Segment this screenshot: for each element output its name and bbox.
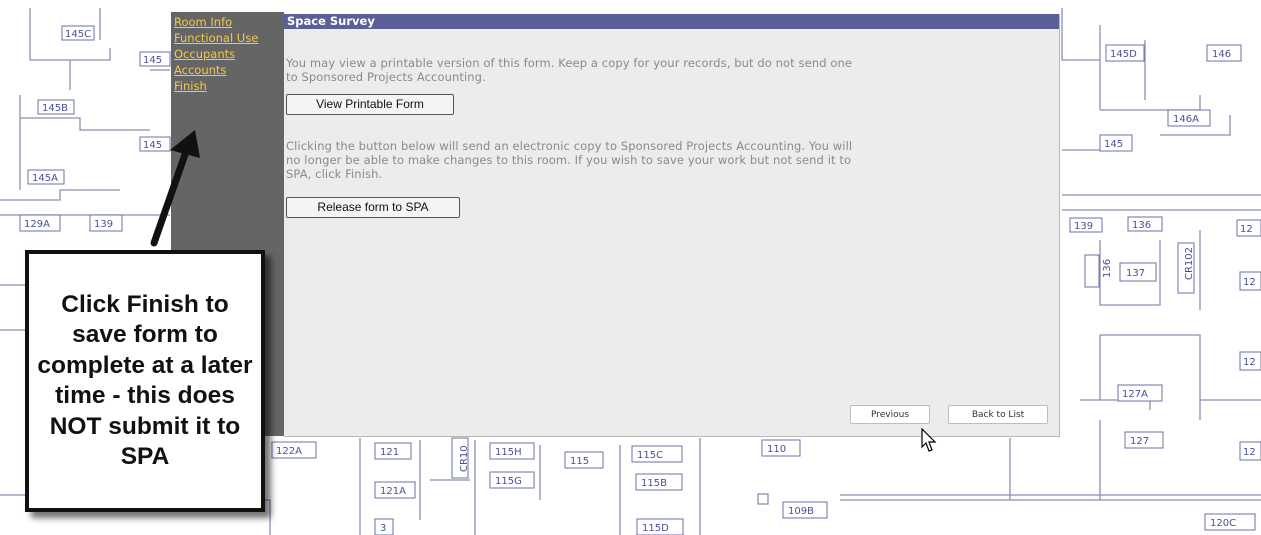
room-label: 137 bbox=[1119, 262, 1157, 282]
release-text-line: SPA, click Finish. bbox=[286, 167, 383, 181]
room-label: 145 bbox=[1099, 134, 1133, 152]
svg-text:146: 146 bbox=[1212, 49, 1231, 60]
room-label: 127A bbox=[1117, 384, 1163, 402]
svg-text:146A: 146A bbox=[1173, 114, 1199, 125]
svg-text:CR102: CR102 bbox=[1184, 247, 1195, 280]
printable-instructions: You may view a printable version of this… bbox=[286, 56, 1056, 84]
svg-text:136: 136 bbox=[1102, 259, 1113, 278]
room-label: 145A bbox=[27, 169, 65, 185]
svg-text:145: 145 bbox=[1104, 139, 1123, 150]
room-label: 115G bbox=[489, 471, 535, 489]
room-label: 12 bbox=[1239, 271, 1261, 291]
room-label: 139 bbox=[1069, 217, 1103, 233]
room-label: 115D bbox=[636, 518, 684, 535]
svg-text:145B: 145B bbox=[42, 103, 68, 114]
room-label: 120C bbox=[1204, 513, 1256, 531]
svg-text:137: 137 bbox=[1126, 268, 1145, 279]
annotation-arrow-icon bbox=[150, 130, 200, 247]
svg-text:CR10: CR10 bbox=[459, 445, 470, 472]
svg-text:3: 3 bbox=[380, 523, 386, 534]
previous-button[interactable]: Previous bbox=[850, 405, 930, 424]
nav-link-functional-use[interactable]: Functional Use bbox=[171, 30, 284, 46]
room-label: 121A bbox=[374, 481, 416, 499]
room-label: 110 bbox=[761, 439, 801, 457]
svg-text:115: 115 bbox=[570, 456, 589, 467]
room-label: 122A bbox=[271, 441, 317, 459]
svg-text:136: 136 bbox=[1132, 220, 1151, 231]
room-label: 109B bbox=[782, 501, 828, 519]
nav-link-room-info[interactable]: Room Info bbox=[171, 14, 284, 30]
svg-text:115B: 115B bbox=[641, 478, 667, 489]
svg-text:129A: 129A bbox=[24, 219, 50, 230]
room-label: 139 bbox=[89, 214, 123, 232]
room-label: 145 bbox=[139, 51, 171, 67]
release-text-line: Clicking the button below will send an e… bbox=[286, 139, 853, 153]
room-label: 115C bbox=[631, 445, 683, 463]
svg-text:12: 12 bbox=[1243, 357, 1256, 368]
room-label: 115B bbox=[635, 473, 683, 491]
form-title: Space Survey bbox=[284, 14, 1059, 29]
release-text-line: no longer be able to make changes to thi… bbox=[286, 153, 852, 167]
svg-text:145C: 145C bbox=[65, 29, 91, 40]
svg-text:115C: 115C bbox=[637, 450, 663, 461]
room-label: 127 bbox=[1124, 431, 1164, 449]
view-printable-form-button[interactable]: View Printable Form bbox=[286, 94, 454, 115]
printable-text-line: You may view a printable version of this… bbox=[286, 56, 853, 70]
svg-text:139: 139 bbox=[94, 219, 113, 230]
svg-text:145D: 145D bbox=[1110, 49, 1137, 60]
room-label: 146 bbox=[1206, 44, 1242, 62]
svg-text:121: 121 bbox=[380, 447, 399, 458]
nav-link-finish[interactable]: Finish bbox=[171, 78, 284, 94]
svg-text:110: 110 bbox=[767, 444, 786, 455]
room-label: 115 bbox=[564, 451, 604, 469]
nav-link-occupants[interactable]: Occupants bbox=[171, 46, 284, 62]
space-survey-form: Space Survey You may view a printable ve… bbox=[284, 14, 1060, 437]
svg-text:120C: 120C bbox=[1210, 518, 1236, 529]
svg-text:109B: 109B bbox=[788, 506, 814, 517]
room-label: 12 bbox=[1239, 441, 1261, 461]
annotation-callout: Click Finish to save form to complete at… bbox=[25, 250, 265, 512]
back-to-list-button[interactable]: Back to List bbox=[948, 405, 1048, 424]
mouse-pointer-icon bbox=[921, 428, 937, 452]
svg-text:121A: 121A bbox=[380, 486, 406, 497]
room-label: 136 bbox=[1127, 216, 1163, 232]
svg-text:115D: 115D bbox=[642, 523, 669, 534]
svg-text:12: 12 bbox=[1243, 447, 1256, 458]
release-instructions: Clicking the button below will send an e… bbox=[286, 139, 1056, 181]
svg-text:145A: 145A bbox=[32, 173, 58, 184]
svg-text:139: 139 bbox=[1074, 221, 1093, 232]
svg-text:127: 127 bbox=[1130, 436, 1149, 447]
room-label: 136 bbox=[1084, 254, 1113, 288]
room-label: 145D bbox=[1105, 44, 1145, 62]
room-label: 121 bbox=[374, 442, 412, 460]
nav-link-accounts[interactable]: Accounts bbox=[171, 62, 284, 78]
room-label: CR102 bbox=[1177, 242, 1195, 294]
room-label: 145C bbox=[61, 25, 95, 41]
svg-text:12: 12 bbox=[1240, 224, 1253, 235]
room-label: 12 bbox=[1236, 219, 1261, 237]
svg-text:122A: 122A bbox=[276, 446, 302, 457]
svg-text:145: 145 bbox=[143, 55, 162, 66]
callout-text: Click Finish to save form to complete at… bbox=[37, 290, 253, 471]
svg-text:127A: 127A bbox=[1122, 389, 1148, 400]
room-label: CR10 bbox=[451, 437, 470, 479]
room-label: 115H bbox=[489, 442, 535, 460]
room-label: 3 bbox=[374, 518, 394, 535]
room-label: 145B bbox=[37, 99, 75, 115]
room-label: 146A bbox=[1167, 109, 1211, 127]
printable-text-line: to Sponsored Projects Accounting. bbox=[286, 70, 486, 84]
svg-text:115H: 115H bbox=[495, 447, 522, 458]
room-label: 12 bbox=[1239, 351, 1261, 371]
room-label: 129A bbox=[19, 214, 61, 232]
release-form-to-spa-button[interactable]: Release form to SPA bbox=[286, 197, 460, 218]
svg-text:115G: 115G bbox=[495, 476, 522, 487]
svg-text:12: 12 bbox=[1243, 277, 1256, 288]
